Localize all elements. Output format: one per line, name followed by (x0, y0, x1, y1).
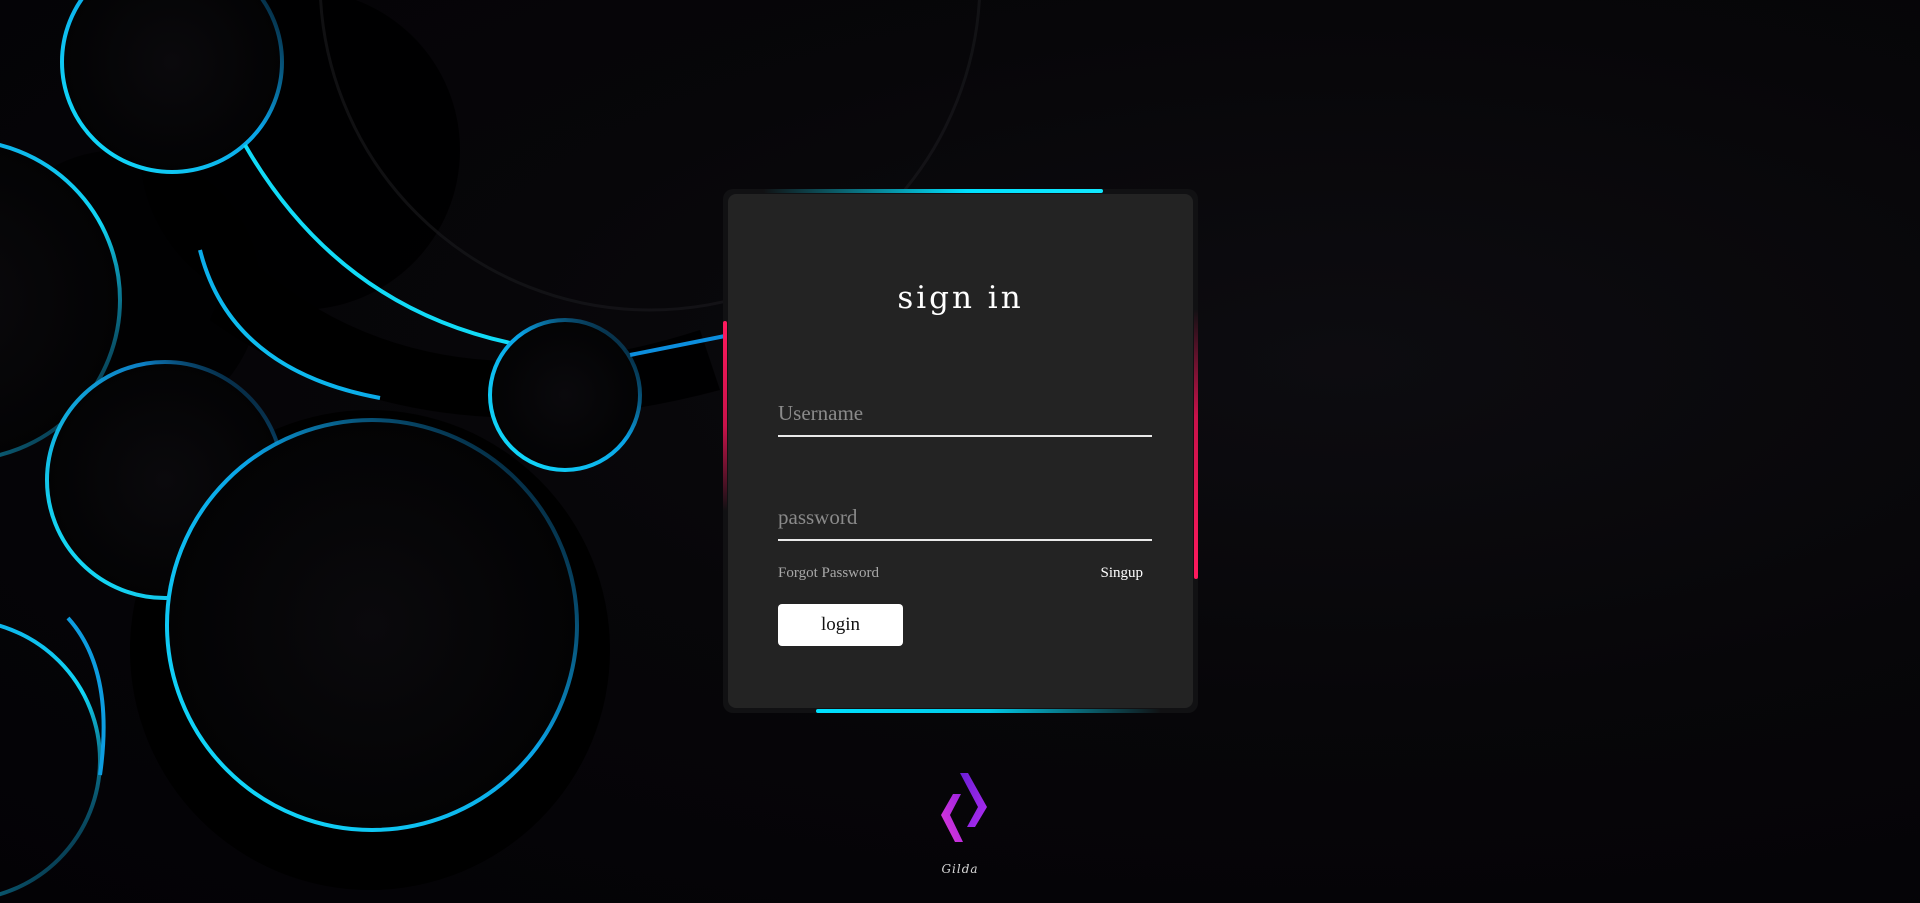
brand-name: Gilda (941, 862, 979, 876)
username-input[interactable] (778, 397, 1152, 429)
password-input[interactable] (778, 501, 1152, 533)
card-right-accent (1194, 309, 1198, 579)
card-left-accent (723, 321, 727, 511)
login-button[interactable]: login (778, 604, 903, 646)
forgot-password-link[interactable]: Forgot Password (778, 565, 879, 582)
login-page: sign in Forgot Password Singup login (0, 0, 1920, 903)
card-top-accent (763, 189, 1103, 193)
signup-link[interactable]: Singup (1100, 565, 1143, 582)
chevrons-logo-icon (941, 773, 987, 842)
username-field-wrap (778, 393, 1152, 437)
password-field-wrap (778, 497, 1152, 541)
card-bottom-accent (816, 709, 1161, 713)
brand-logo: Gilda (920, 765, 1000, 885)
login-card: sign in Forgot Password Singup login (723, 189, 1198, 713)
page-title: sign in (897, 280, 1024, 316)
login-form: sign in Forgot Password Singup login (728, 194, 1193, 708)
